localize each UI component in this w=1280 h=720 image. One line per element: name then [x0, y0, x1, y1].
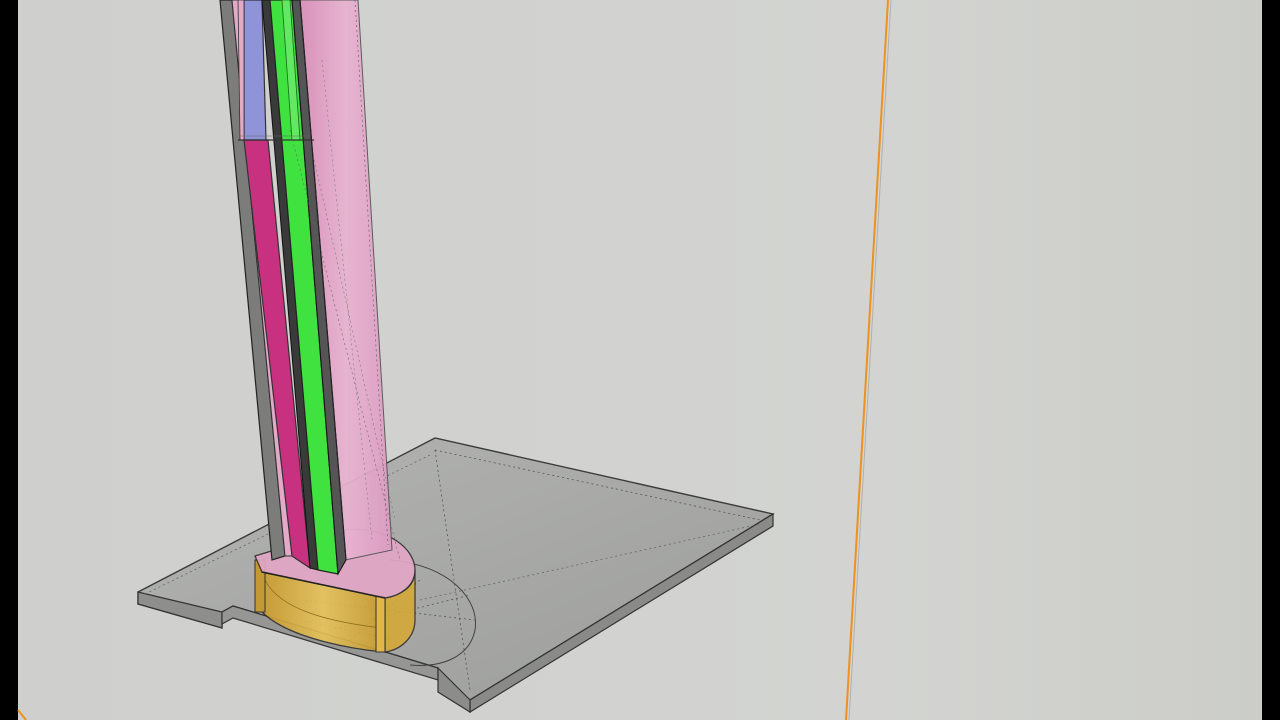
3d-scene-canvas[interactable]: [0, 0, 1280, 720]
letterbox-left: [0, 0, 18, 720]
modeling-viewport[interactable]: [0, 0, 1280, 720]
letterbox-right: [1262, 0, 1280, 720]
